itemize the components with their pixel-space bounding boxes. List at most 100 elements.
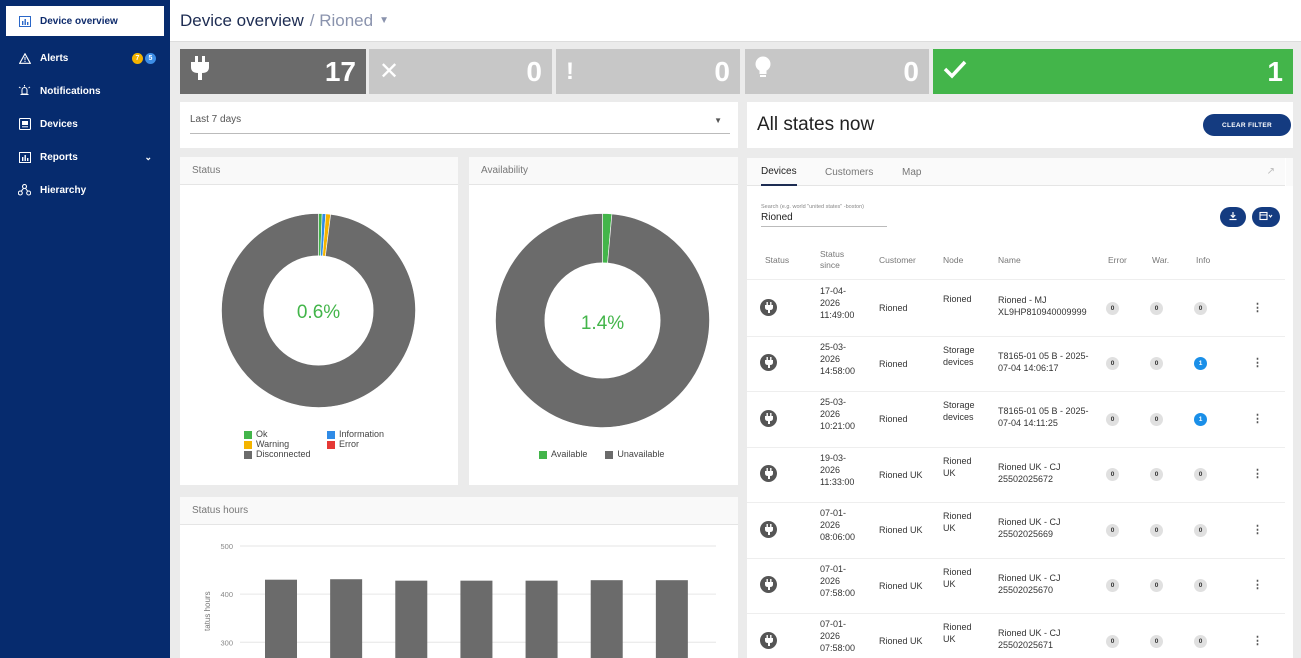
disconnected-plug-icon [760, 409, 777, 427]
alerts-info-badge: 5 [145, 52, 156, 64]
clear-filter-button[interactable]: CLEAR FILTER [1203, 114, 1291, 136]
sidebar-item-label: Device overview [40, 15, 118, 27]
y-tick-label: 500 [220, 542, 233, 551]
legend-item-ok[interactable]: Ok [244, 429, 311, 439]
name-cell[interactable]: Rioned - MJ XL9HP810940009999 [998, 294, 1087, 318]
exclamation-icon: ! [566, 57, 574, 85]
sidebar-item-label: Reports [40, 151, 78, 163]
counter-total[interactable]: 17 [180, 49, 366, 94]
customer-cell: Rioned UK [879, 580, 923, 591]
status-legend-right: Information Error [327, 429, 384, 449]
customer-cell: Rioned UK [879, 525, 923, 535]
tab-map[interactable]: Map [902, 158, 921, 186]
row-menu-icon[interactable]: ⋮ [1252, 467, 1263, 480]
disconnected-plug-icon [760, 520, 777, 538]
column-header-name[interactable]: Name [998, 255, 1021, 266]
breadcrumb[interactable]: / Rioned [310, 11, 373, 31]
warning-count-chip: 0 [1150, 412, 1163, 426]
name-cell[interactable]: T8165-01 05 B - 2025- 07-04 14:06:17 [998, 350, 1089, 374]
node-cell: Rioned UK [943, 455, 972, 478]
row-menu-icon[interactable]: ⋮ [1252, 578, 1263, 591]
check-icon [943, 58, 967, 86]
chevron-down-icon[interactable]: ⌄ [144, 152, 152, 163]
column-header-node[interactable]: Node [943, 255, 963, 266]
name-cell[interactable]: T8165-01 05 B - 2025- 07-04 14:11:25 [998, 405, 1089, 429]
download-button[interactable] [1220, 207, 1246, 227]
counter-information[interactable]: 0 [745, 49, 929, 94]
row-menu-icon[interactable]: ⋮ [1252, 301, 1263, 314]
sidebar-item-device-overview[interactable]: Device overview [6, 6, 164, 36]
warning-icon [18, 52, 31, 65]
sidebar-item-hierarchy[interactable]: Hierarchy [6, 175, 164, 205]
name-cell[interactable]: Rioned UK - CJ 25502025671 [998, 627, 1061, 651]
availability-donut-center-label: 1.4% [581, 313, 624, 334]
sidebar-item-devices[interactable]: Devices [6, 109, 164, 139]
sidebar-item-notifications[interactable]: Notifications [6, 76, 164, 106]
legend-item-information[interactable]: Information [327, 429, 384, 439]
sidebar: Device overview Alerts 7 5 Notifications… [0, 0, 170, 658]
column-header-error[interactable]: Error [1108, 255, 1127, 266]
status-hours-bar[interactable] [590, 580, 623, 658]
status-hours-bar[interactable] [655, 580, 688, 658]
counter-value: 0 [714, 55, 730, 87]
node-cell: Rioned UK [943, 566, 972, 589]
y-axis-label: tatus hours [203, 591, 212, 631]
status-hours-bar[interactable] [265, 579, 297, 658]
bell-icon [18, 85, 31, 98]
column-header-warning[interactable]: War. [1152, 255, 1169, 266]
status-donut-center-label: 0.6% [297, 302, 340, 323]
column-header-customer[interactable]: Customer [879, 255, 916, 266]
availability-panel-title: Availability [469, 157, 738, 185]
name-cell[interactable]: Rioned UK - CJ 25502025672 [998, 461, 1061, 485]
column-header-info[interactable]: Info [1196, 255, 1210, 266]
caret-down-icon: ▼ [714, 116, 722, 125]
caret-down-icon[interactable]: ▼ [379, 15, 389, 26]
counter-ok[interactable]: 1 [933, 49, 1293, 94]
status-hours-chart: 500 400 300 tatus hours [203, 542, 716, 658]
status-hours-bar[interactable] [460, 580, 493, 658]
period-select[interactable]: Last 7 days ▼ [190, 114, 730, 134]
disconnected-plug-icon [760, 631, 777, 649]
page-header: Device overview / Rioned ▼ [170, 0, 1301, 42]
name-cell[interactable]: Rioned UK - CJ 25502025669 [998, 516, 1061, 540]
sidebar-item-label: Alerts [40, 52, 69, 64]
customer-cell: Rioned [879, 303, 908, 313]
error-count-chip: 0 [1106, 523, 1119, 537]
row-menu-icon[interactable]: ⋮ [1252, 634, 1263, 647]
tab-devices[interactable]: Devices [761, 158, 797, 186]
link-icon[interactable]: ↗ [1267, 166, 1275, 177]
status-hours-title: Status hours [180, 497, 738, 525]
column-header-status-since[interactable]: Status since [820, 249, 856, 271]
status-donut-chart: 0.6% [221, 213, 416, 408]
counter-warning[interactable]: ! 0 [556, 49, 740, 94]
legend-item-disconnected[interactable]: Disconnected [244, 449, 311, 459]
columns-button[interactable] [1252, 207, 1280, 227]
node-cell: Rioned [943, 294, 972, 304]
info-count-chip: 1 [1194, 412, 1207, 426]
report-chart-icon [18, 151, 31, 164]
legend-item-error[interactable]: Error [327, 439, 384, 449]
row-menu-icon[interactable]: ⋮ [1252, 412, 1263, 425]
legend-item-available[interactable]: Available [539, 449, 587, 459]
sidebar-item-label: Notifications [40, 85, 101, 97]
y-tick-label: 400 [220, 590, 233, 599]
warning-count-chip: 0 [1150, 301, 1163, 315]
legend-item-unavailable[interactable]: Unavailable [605, 449, 664, 459]
sidebar-item-alerts[interactable]: Alerts 7 5 [6, 43, 164, 73]
status-hours-bar[interactable] [330, 579, 363, 658]
row-menu-icon[interactable]: ⋮ [1252, 523, 1263, 536]
sidebar-item-reports[interactable]: Reports ⌄ [6, 142, 164, 172]
counter-error[interactable]: ✕ 0 [369, 49, 552, 94]
error-count-chip: 0 [1106, 412, 1119, 426]
column-header-status[interactable]: Status [765, 255, 789, 266]
status-hours-bar[interactable] [525, 580, 558, 658]
x-icon: ✕ [379, 58, 400, 85]
status-hours-bar[interactable] [395, 580, 428, 658]
row-menu-icon[interactable]: ⋮ [1252, 356, 1263, 369]
name-cell[interactable]: Rioned UK - CJ 25502025670 [998, 572, 1061, 596]
tab-customers[interactable]: Customers [825, 158, 873, 186]
legend-item-warning[interactable]: Warning [244, 439, 311, 449]
status-since-cell: 25-03- 2026 10:21:00 [820, 397, 856, 431]
states-title: All states now [757, 114, 875, 135]
search-input[interactable]: Rioned [761, 211, 887, 227]
